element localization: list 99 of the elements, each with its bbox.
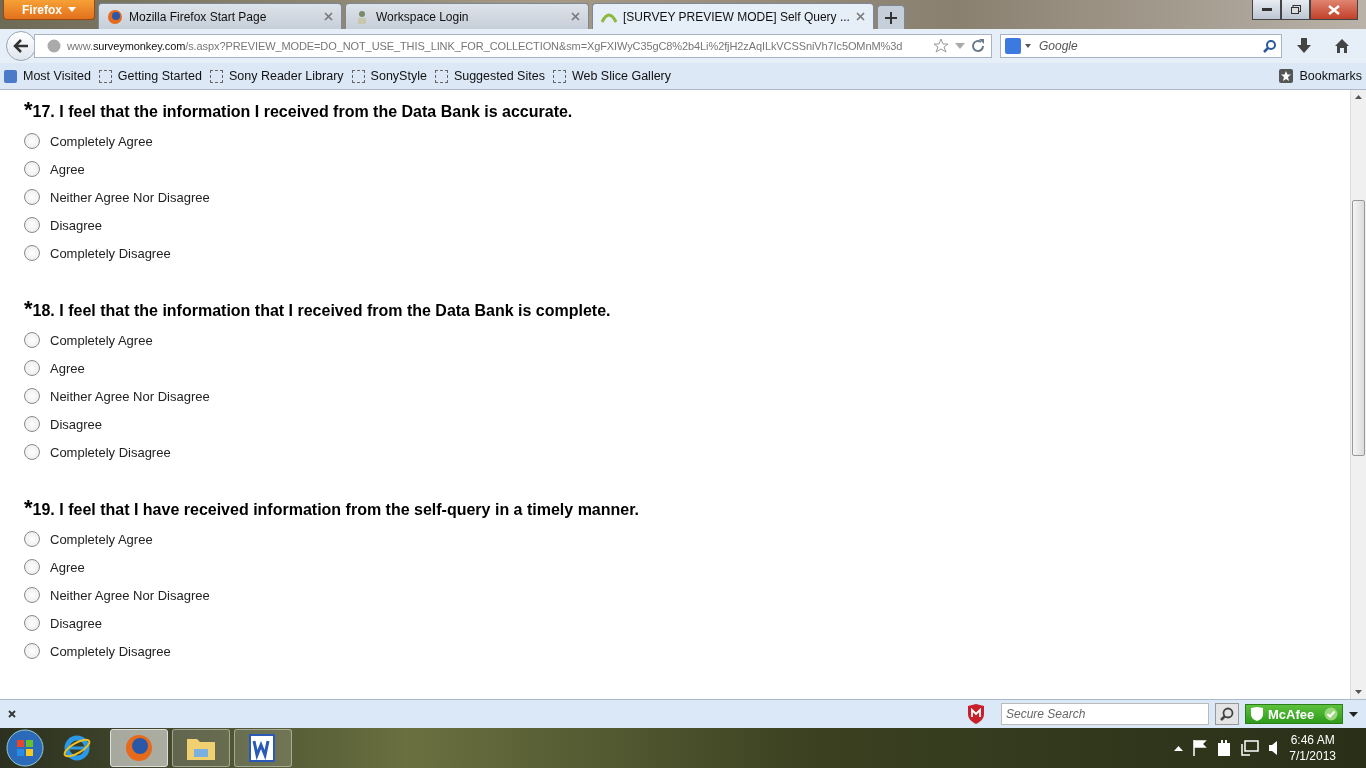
required-asterisk: * xyxy=(24,500,33,516)
radio-button[interactable] xyxy=(24,388,40,404)
radio-button[interactable] xyxy=(24,189,40,205)
document-w-icon xyxy=(248,734,278,762)
caret-icon[interactable] xyxy=(1349,711,1358,717)
search-icon[interactable] xyxy=(1263,39,1277,53)
page-placeholder-icon xyxy=(98,69,112,83)
reload-icon[interactable] xyxy=(971,39,985,53)
search-button[interactable] xyxy=(1215,703,1239,725)
option-label: Completely Disagree xyxy=(50,245,171,261)
required-asterisk: * xyxy=(24,301,33,317)
radio-button[interactable] xyxy=(24,161,40,177)
search-engine-icon[interactable] xyxy=(1005,38,1033,54)
down-arrow-icon[interactable] xyxy=(1355,690,1362,694)
secure-search-field[interactable]: Secure Search xyxy=(1001,703,1209,725)
bookmark-link[interactable]: Sony Reader Library xyxy=(209,69,344,83)
option-label: Agree xyxy=(50,559,85,575)
radio-button[interactable] xyxy=(24,217,40,233)
back-arrow-icon xyxy=(13,39,29,53)
start-button[interactable] xyxy=(6,729,44,767)
bookmarks-menu-button[interactable]: Bookmarks xyxy=(1279,69,1362,83)
star-icon xyxy=(1279,69,1294,83)
radio-button[interactable] xyxy=(24,444,40,460)
download-icon[interactable] xyxy=(1296,38,1312,54)
page-placeholder-icon xyxy=(209,69,223,83)
bookmark-link[interactable]: Most Visited xyxy=(4,69,91,83)
network-icon[interactable] xyxy=(1241,740,1260,756)
scrollbar[interactable] xyxy=(1350,90,1366,699)
url-text: www.surveymonkey.com/s.aspx?PREVIEW_MODE=DO_NOT_USE_THIS_LINK_FOR_COLLECTION&sm=XgFXIWyC35gC8%2b4Li%2fjH2zAqILkVCSSniVh7Ic5OMnM%3d xyxy=(67,40,904,52)
option-label: Completely Agree xyxy=(50,332,153,348)
radio-button[interactable] xyxy=(24,245,40,261)
plus-icon xyxy=(884,12,897,24)
firefox-taskbar-icon[interactable] xyxy=(110,729,168,767)
bookmark-folder-icon xyxy=(4,69,17,83)
radio-button[interactable] xyxy=(24,615,40,631)
maximize-button[interactable] xyxy=(1281,0,1310,20)
required-asterisk: * xyxy=(24,102,33,118)
option-label: Disagree xyxy=(50,416,103,432)
question-text: 17. I feel that the information I received from the Data Bank is accurate. xyxy=(32,103,573,121)
page-placeholder-icon xyxy=(552,69,566,83)
option-label: Disagree xyxy=(50,217,103,233)
new-tab-button[interactable] xyxy=(876,5,905,29)
option-label: Neither Agree Nor Disagree xyxy=(50,388,210,404)
option-label: Disagree xyxy=(50,615,103,631)
bookmark-link[interactable]: Suggested Sites xyxy=(434,69,545,83)
browser-e-icon xyxy=(62,733,92,763)
minimize-button[interactable] xyxy=(1252,0,1281,20)
tab-title: Mozilla Firefox Start Page xyxy=(129,9,268,24)
option-label: Completely Disagree xyxy=(50,444,171,460)
checkmark-icon xyxy=(1324,707,1338,721)
close-icon[interactable] xyxy=(8,710,16,718)
close-window-button[interactable] xyxy=(1310,0,1358,20)
tab-title: Workspace Login xyxy=(376,9,470,24)
home-icon[interactable] xyxy=(1334,38,1350,54)
radio-button[interactable] xyxy=(24,643,40,659)
up-arrow-icon[interactable] xyxy=(1355,95,1362,99)
tab-title: [SURVEY PREVIEW MODE] Self Query ... xyxy=(623,9,850,24)
battery-plug-icon[interactable] xyxy=(1217,740,1232,756)
option-label: Completely Agree xyxy=(50,531,153,547)
clock[interactable]: 6:46 AM 7/1/2013 xyxy=(1289,732,1336,764)
radio-button[interactable] xyxy=(24,332,40,348)
radio-button[interactable] xyxy=(24,360,40,376)
option-label: Completely Disagree xyxy=(50,643,171,659)
option-label: Agree xyxy=(50,161,85,177)
page-placeholder-icon xyxy=(351,69,365,83)
folder-taskbar-icon[interactable] xyxy=(172,729,230,767)
flag-icon[interactable] xyxy=(1193,740,1208,756)
restore-icon xyxy=(1290,5,1301,14)
radio-button[interactable] xyxy=(24,559,40,575)
option-label: Agree xyxy=(50,360,85,376)
radio-button[interactable] xyxy=(24,531,40,547)
speaker-icon[interactable] xyxy=(1269,741,1280,755)
close-icon xyxy=(1328,4,1340,15)
option-label: Neither Agree Nor Disagree xyxy=(50,189,210,205)
option-label: Completely Agree xyxy=(50,133,153,149)
minimize-icon xyxy=(1261,7,1272,12)
document-taskbar-icon[interactable] xyxy=(234,729,292,767)
shield-icon xyxy=(1250,707,1264,721)
bookmark-link[interactable]: Web Slice Gallery xyxy=(552,69,672,83)
radio-button[interactable] xyxy=(24,587,40,603)
star-icon[interactable] xyxy=(933,38,949,54)
search-icon xyxy=(1220,707,1234,721)
caret-icon[interactable] xyxy=(1174,745,1184,751)
bookmark-link[interactable]: SonyStyle xyxy=(351,69,427,83)
browser-tab[interactable]: Workspace Login xyxy=(345,3,589,29)
browser-tab[interactable]: Mozilla Firefox Start Page xyxy=(98,3,342,29)
question-text: 18. I feel that the information that I received from the Data Bank is complete. xyxy=(32,302,611,320)
bookmark-link[interactable]: Getting Started xyxy=(98,69,202,83)
caret-icon xyxy=(68,7,76,12)
address-bar[interactable]: www.surveymonkey.com/s.aspx?PREVIEW_MODE=DO_NOT_USE_THIS_LINK_FOR_COLLECTION&sm=XgFXIWyC35gC8%2b4Li%2fjH2zAqILkVCSSniVh7Ic5OMnM%3d xyxy=(34,34,992,58)
question-text: 19. I feel that I have received information from the self-query in a timely manner. xyxy=(32,501,639,519)
page-placeholder-icon xyxy=(434,69,448,83)
radio-button[interactable] xyxy=(24,416,40,432)
search-field[interactable]: Google xyxy=(1000,34,1282,58)
radio-button[interactable] xyxy=(24,133,40,149)
back-button[interactable] xyxy=(6,31,36,61)
option-label: Neither Agree Nor Disagree xyxy=(50,587,210,603)
shield-icon[interactable] xyxy=(967,704,985,724)
browser-tab[interactable]: [SURVEY PREVIEW MODE] Self Query ... xyxy=(592,3,874,29)
